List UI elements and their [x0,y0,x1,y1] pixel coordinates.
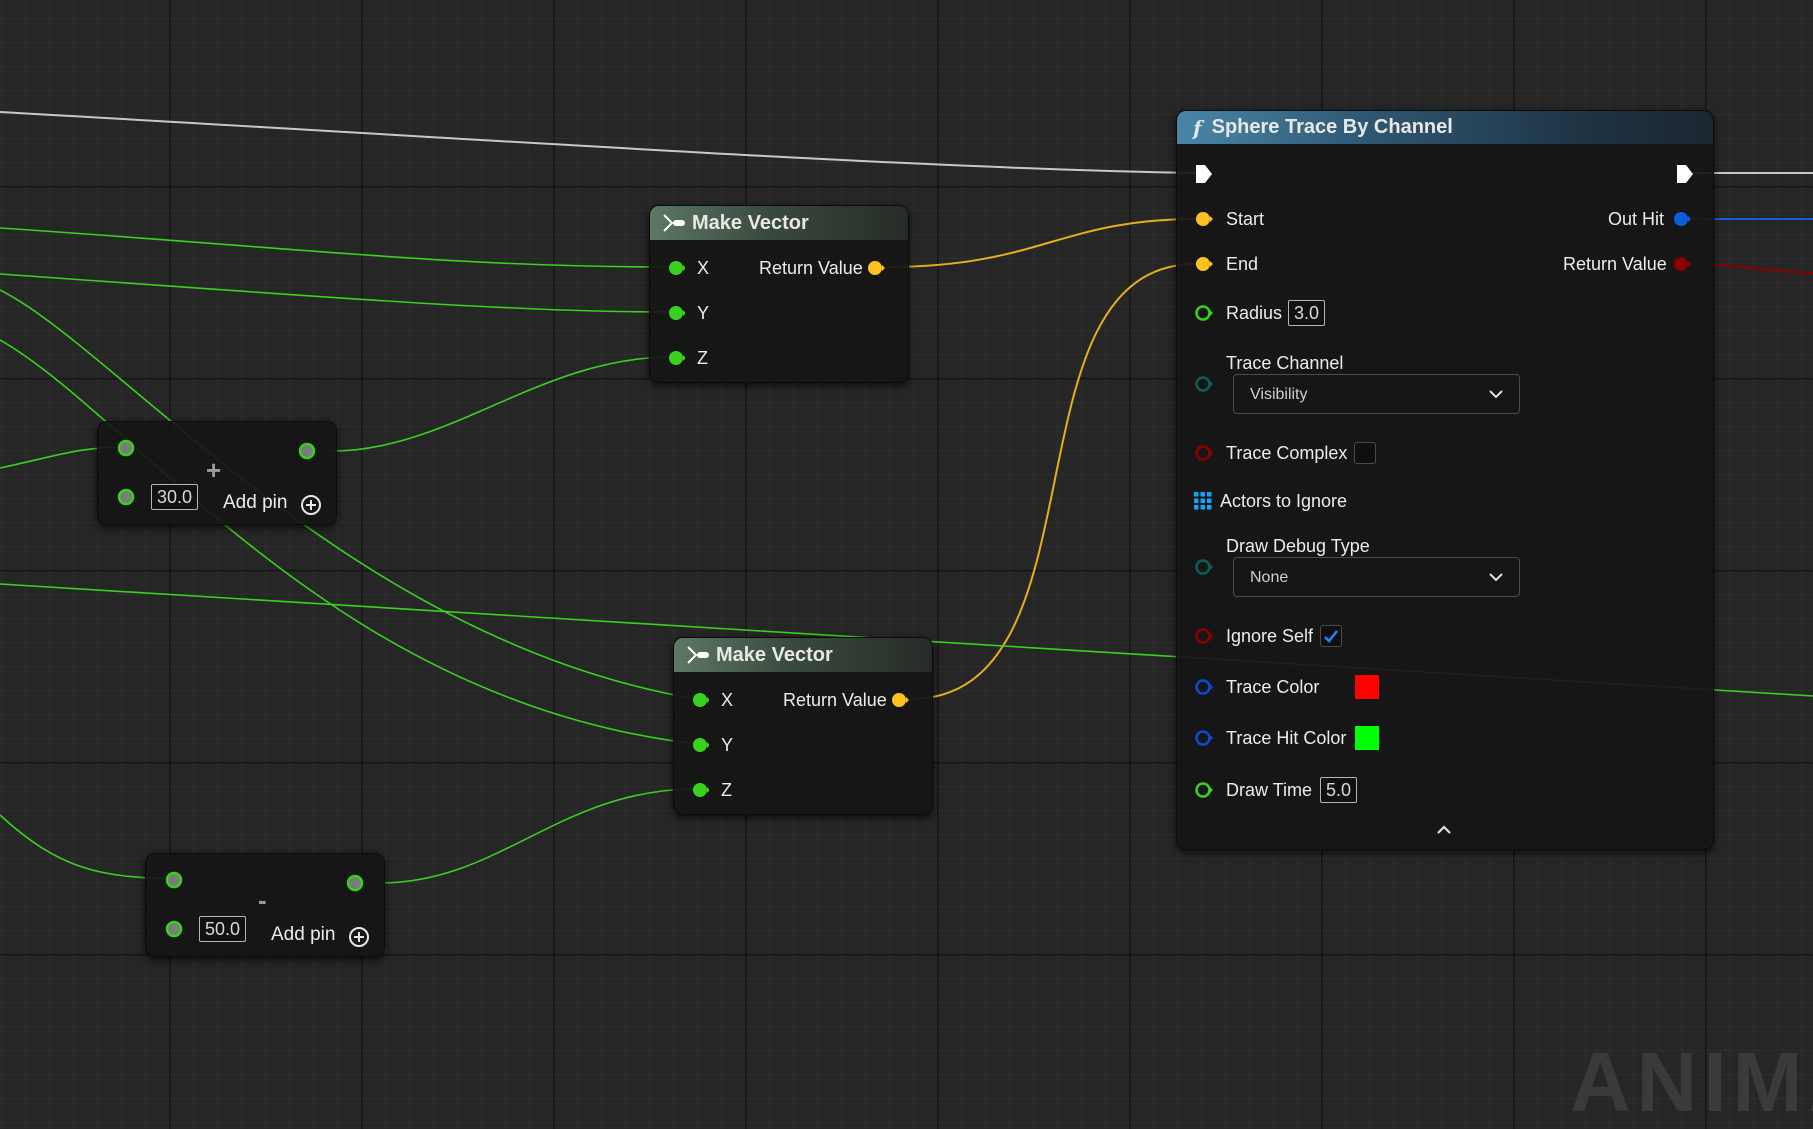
return-value-pin[interactable] [890,691,912,709]
ignore-self-label: Ignore Self [1226,626,1314,646]
exec-wire-in [0,111,1197,174]
draw-time-label: Draw Time [1226,780,1313,800]
trace-color-swatch[interactable] [1355,675,1379,699]
trace-channel-dropdown[interactable]: Visibility [1233,374,1520,414]
collapse-chevron-up-icon[interactable] [1435,823,1453,837]
vector-wire-start [885,218,1197,268]
operator-label: - [258,885,267,915]
return-value-label: Return Value [1563,254,1667,274]
make-vector-node-2[interactable]: Make Vector X Y Z Return Value [673,637,933,815]
chevron-down-icon [1489,390,1503,399]
draw-debug-type-value: None [1250,569,1289,586]
make-vector-node-1[interactable]: Make Vector X Y Z Return Value [649,205,909,383]
draw-debug-type-pin[interactable] [1194,558,1216,576]
radius-pin-label: Radius [1226,303,1283,323]
array-pin-icon[interactable] [1194,492,1212,510]
exec-in-pin[interactable] [1194,163,1214,185]
y-pin[interactable] [691,736,709,754]
radius-pin[interactable] [1194,304,1216,322]
input-b-pin[interactable] [117,488,135,506]
x-pin-label: X [721,690,734,710]
trace-channel-pin[interactable] [1194,375,1216,393]
chevron-down-icon [1489,573,1503,582]
draw-time-pin[interactable] [1194,781,1216,799]
add-node[interactable]: + 30.0 Add pin [97,421,337,525]
exec-out-pin[interactable] [1675,163,1695,185]
sphere-trace-by-channel-node[interactable]: f Sphere Trace By Channel Start End Radi… [1176,110,1714,850]
draw-time-value-field[interactable]: 5.0 [1320,777,1358,803]
node-title: Make Vector [692,211,809,234]
input-a-pin[interactable] [117,439,135,457]
float-wire-8 [379,788,697,884]
z-pin[interactable] [691,781,709,799]
trace-hit-color-label: Trace Hit Color [1226,728,1347,748]
float-wire-6 [0,339,697,745]
watermark: ANIMA [1570,1035,1813,1129]
end-pin-label: End [1226,254,1259,274]
trace-hit-color-swatch[interactable] [1355,726,1379,750]
make-struct-icon [687,646,709,664]
add-pin-icon[interactable] [300,494,322,516]
float-wire-3 [331,356,673,452]
return-value-pin[interactable] [866,259,888,277]
start-pin[interactable] [1194,210,1216,228]
node-header: Make Vector [674,638,932,672]
checkmark-icon [1324,630,1338,643]
return-value-pin[interactable] [1672,255,1694,273]
node-title: Make Vector [716,643,833,666]
y-pin-label: Y [697,303,710,323]
trace-channel-value: Visibility [1250,386,1308,403]
add-pin-icon[interactable] [348,926,370,948]
make-struct-icon [663,214,685,232]
return-value-label: Return Value [783,690,887,710]
start-pin-label: Start [1226,209,1265,229]
trace-color-label: Trace Color [1226,677,1320,697]
vector-wire-end [909,263,1197,700]
output-pin[interactable] [346,874,364,892]
z-pin[interactable] [667,349,685,367]
input-b-value-field[interactable]: 50.0 [199,916,247,942]
return-value-label: Return Value [759,258,863,278]
float-wire-1 [0,227,673,268]
end-pin[interactable] [1194,255,1216,273]
input-b-pin[interactable] [165,920,183,938]
z-pin-label: Z [697,348,708,368]
trace-complex-pin[interactable] [1194,444,1216,462]
input-b-value-field[interactable]: 30.0 [151,484,199,510]
output-pin[interactable] [298,442,316,460]
add-pin-label[interactable]: Add pin [271,924,335,946]
trace-color-pin[interactable] [1194,678,1216,696]
trace-hit-color-pin[interactable] [1194,729,1216,747]
operator-label: + [206,455,222,485]
ignore-self-checkbox[interactable] [1320,625,1342,647]
float-wire-2 [0,273,673,313]
node-title: Sphere Trace By Channel [1211,116,1453,138]
trace-complex-label: Trace Complex [1226,443,1348,463]
x-pin-label: X [697,258,710,278]
x-pin[interactable] [691,691,709,709]
draw-debug-type-dropdown[interactable]: None [1233,557,1520,597]
actors-to-ignore-label: Actors to Ignore [1220,491,1348,511]
y-pin[interactable] [667,304,685,322]
radius-value-field[interactable]: 3.0 [1288,300,1326,326]
draw-debug-type-label: Draw Debug Type [1226,536,1370,556]
trace-complex-checkbox[interactable] [1354,442,1376,464]
out-hit-label: Out Hit [1608,209,1665,229]
z-pin-label: Z [721,780,732,800]
out-hit-pin[interactable] [1672,210,1694,228]
input-a-pin[interactable] [165,871,183,889]
x-pin[interactable] [667,259,685,277]
trace-channel-label: Trace Channel [1226,353,1344,373]
add-pin-label[interactable]: Add pin [223,492,287,514]
subtract-node[interactable]: - 50.0 Add pin [145,853,385,957]
function-icon: f [1193,115,1202,140]
node-header: Make Vector [650,206,908,240]
y-pin-label: Y [721,735,734,755]
node-header: f Sphere Trace By Channel [1177,111,1713,144]
ignore-self-pin[interactable] [1194,627,1216,645]
